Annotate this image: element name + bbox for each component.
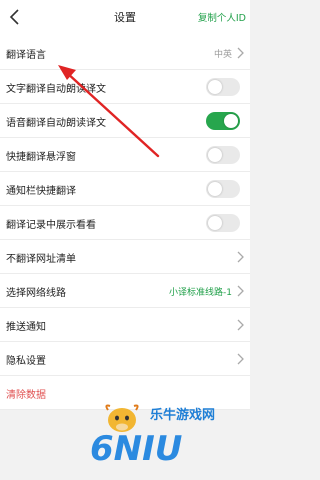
app-header: 设置 复制个人ID	[0, 0, 250, 36]
setting-label: 通知栏快捷翻译	[6, 186, 76, 197]
chevron-right-icon	[237, 285, 244, 297]
setting-row-floating-window: 快捷翻译悬浮窗	[0, 138, 250, 172]
setting-label: 翻译记录中展示看看	[6, 220, 96, 231]
setting-row-privacy[interactable]: 隐私设置	[0, 342, 250, 376]
setting-label: 选择网络线路	[6, 288, 66, 299]
setting-value: 中英	[213, 50, 232, 60]
chevron-right-icon	[237, 319, 244, 331]
svg-text:6NIU: 6NIU	[90, 429, 182, 466]
setting-row-notification-translate: 通知栏快捷翻译	[0, 172, 250, 206]
setting-label: 语音翻译自动朗读译文	[6, 118, 106, 129]
setting-row-text-autoread: 文字翻译自动朗读译文	[0, 70, 250, 104]
setting-row-network-line[interactable]: 选择网络线路 小译标准线路-1	[0, 274, 250, 308]
toggle-switch[interactable]	[206, 180, 240, 198]
toggle-switch[interactable]	[206, 146, 240, 164]
toggle-knob	[208, 148, 222, 162]
toggle-switch[interactable]	[206, 78, 240, 96]
toggle-knob	[208, 182, 222, 196]
setting-label: 快捷翻译悬浮窗	[6, 152, 76, 163]
setting-row-history-show: 翻译记录中展示看看	[0, 206, 250, 240]
watermark-logo: 6NIU 乐牛游戏网	[88, 400, 248, 469]
toggle-knob	[224, 114, 238, 128]
setting-label: 不翻译网址清单	[6, 254, 76, 265]
toggle-switch[interactable]	[206, 214, 240, 232]
setting-label: 翻译语言	[6, 50, 46, 61]
chevron-right-icon	[237, 47, 244, 59]
setting-label: 推送通知	[6, 322, 46, 333]
toggle-switch[interactable]	[206, 112, 240, 130]
toggle-knob	[208, 80, 222, 94]
setting-row-push-notification[interactable]: 推送通知	[0, 308, 250, 342]
watermark-site-text: 乐牛游戏网	[150, 408, 216, 423]
copy-id-button[interactable]: 复制个人ID	[198, 10, 246, 24]
setting-label: 隐私设置	[6, 356, 46, 367]
setting-row-voice-autoread: 语音翻译自动朗读译文	[0, 104, 250, 138]
setting-value: 小译标准线路-1	[169, 288, 232, 298]
toggle-knob	[208, 216, 222, 230]
setting-label: 文字翻译自动朗读译文	[6, 84, 106, 95]
setting-label: 清除数据	[6, 390, 46, 401]
setting-row-translate-language[interactable]: 翻译语言 中英	[0, 36, 250, 70]
setting-row-url-blacklist[interactable]: 不翻译网址清单	[0, 240, 250, 274]
chevron-right-icon	[237, 353, 244, 365]
chevron-right-icon	[237, 251, 244, 263]
settings-list: 翻译语言 中英 文字翻译自动朗读译文 语音翻译自动朗读译文 快捷翻译悬浮窗 通知…	[0, 36, 250, 410]
